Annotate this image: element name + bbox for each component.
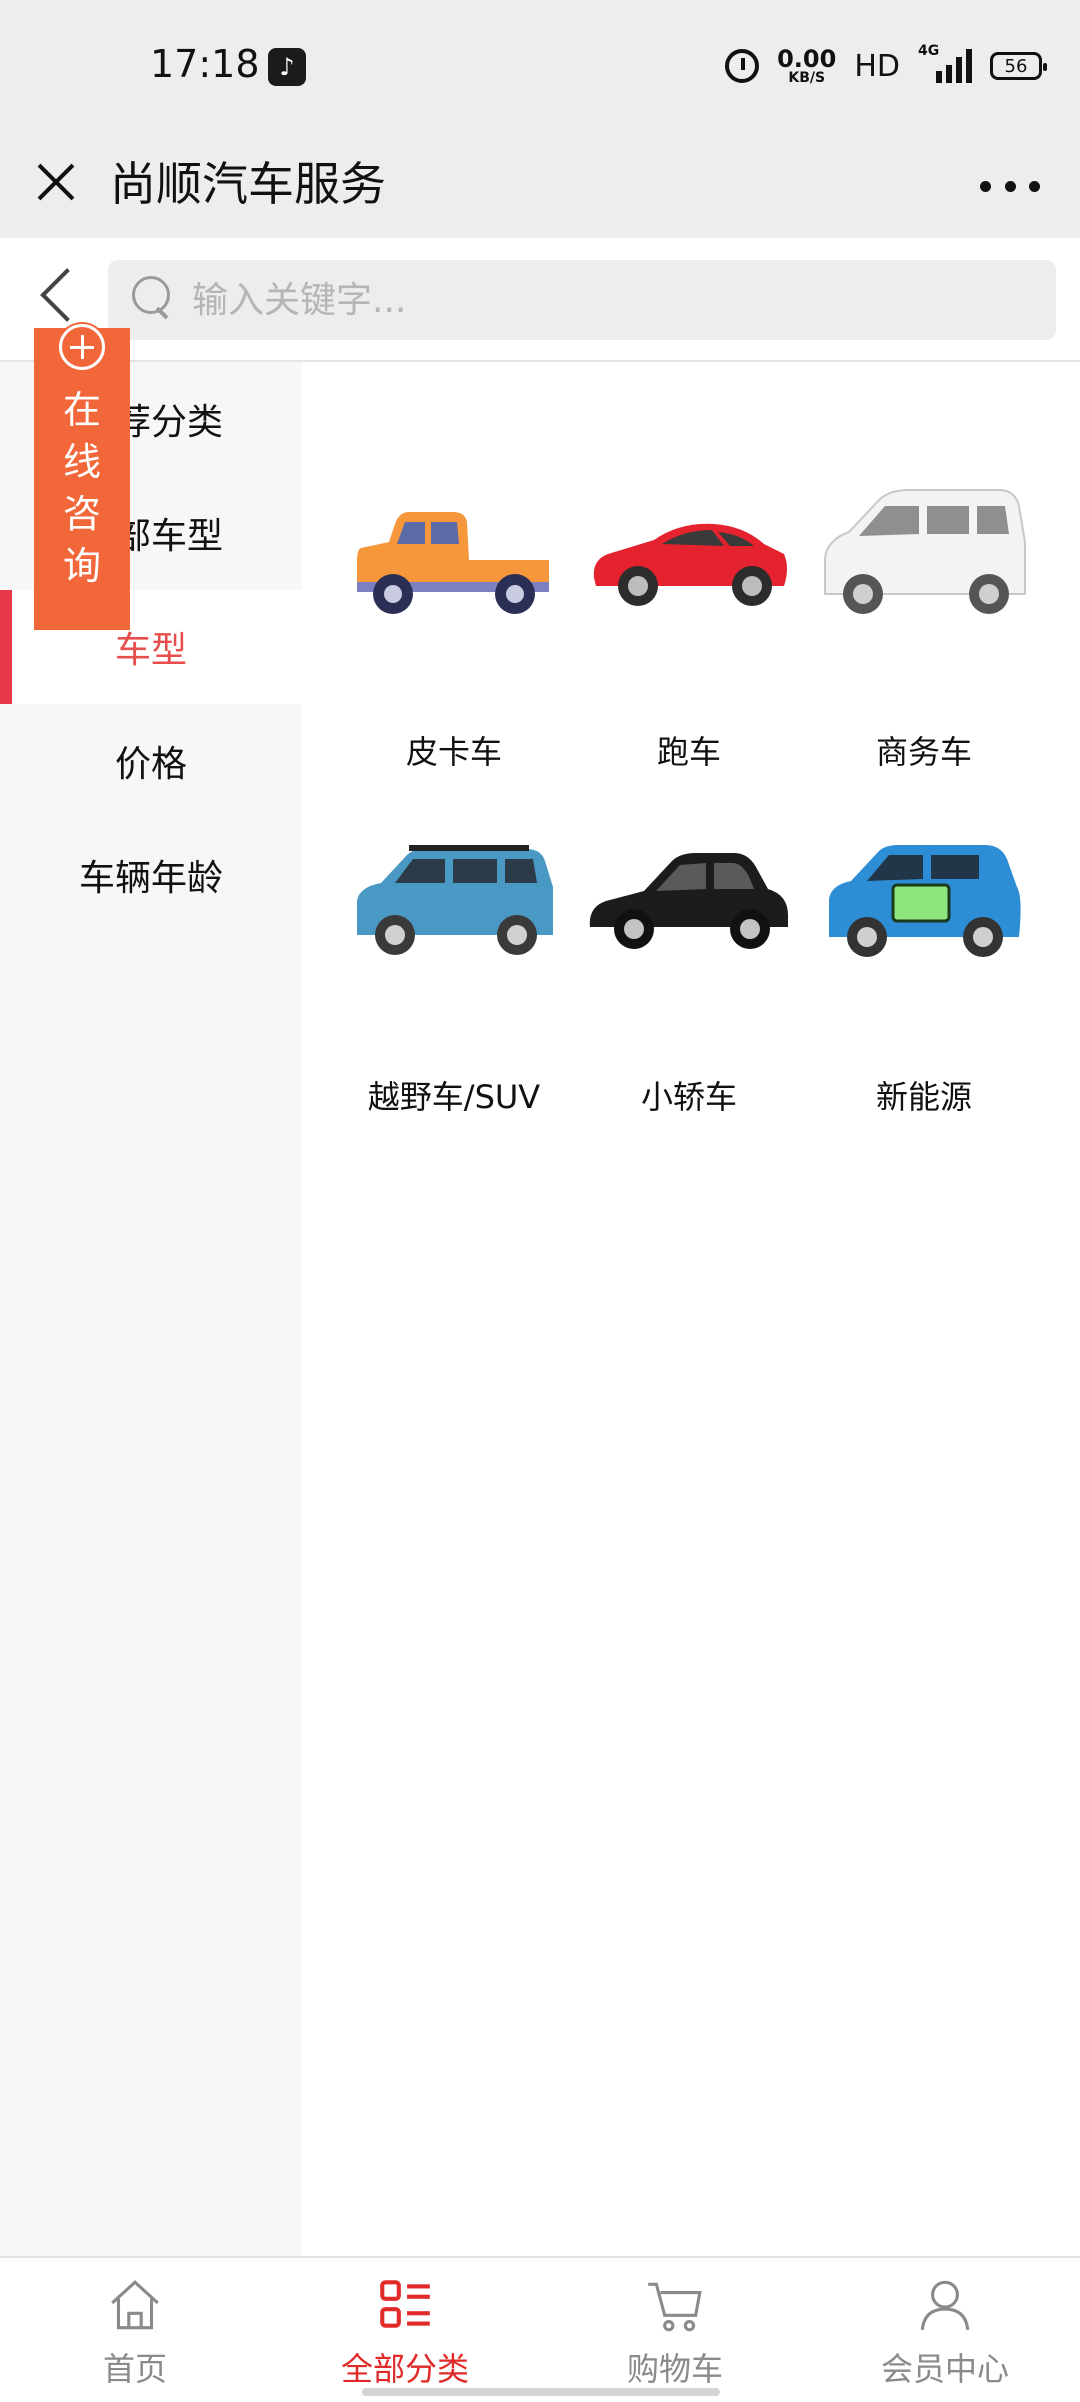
search-row [0, 238, 1080, 362]
sidebar-item-label: 车辆年龄 [78, 858, 223, 899]
suv-icon [357, 845, 553, 955]
tab-member-center[interactable]: 会员中心 [810, 2258, 1080, 2402]
category-item-new-energy[interactable]: 新能源 [807, 747, 1041, 1116]
category-sidebar: 推荐分类 全部车型 车型 价格 车辆年龄 [0, 362, 302, 2256]
battery-icon: 56 [990, 52, 1047, 80]
sidebar-item-vehicle-age[interactable]: 车辆年龄 [0, 818, 302, 932]
hd-indicator: HD [854, 48, 900, 84]
category-label: 越野车/SUV [367, 1078, 541, 1116]
alarm-icon [725, 49, 760, 83]
close-icon[interactable] [30, 156, 82, 208]
online-consult-button[interactable]: 在线咨询 [34, 324, 130, 630]
tab-cart[interactable]: 购物车 [540, 2258, 810, 2402]
category-item-pickup[interactable]: 皮卡车 [337, 402, 571, 771]
sedan-icon [589, 853, 788, 949]
status-icons: 0.00 KB/S HD 4G 56 [725, 43, 1047, 88]
status-bar: 17:18 ♪ 0.00 KB/S HD 4G 56 [0, 0, 1080, 136]
tab-label: 首页 [102, 2350, 167, 2388]
status-time: 17:18 [150, 42, 260, 86]
back-arrow-icon[interactable] [34, 264, 78, 324]
sidebar-item-label: 价格 [114, 744, 187, 785]
pickup-truck-icon [357, 512, 549, 614]
sidebar-item-price[interactable]: 价格 [0, 704, 302, 818]
bottom-tab-bar: 首页 全部分类 购物车 会员中心 [0, 2256, 1080, 2400]
search-icon [130, 274, 174, 318]
tab-label: 会员中心 [880, 2350, 1009, 2388]
cart-icon [648, 2282, 702, 2332]
sports-car-icon [593, 523, 787, 606]
category-item-sports-car[interactable]: 跑车 [572, 402, 806, 771]
online-consult-label: 在线咨询 [62, 388, 101, 588]
category-icon [380, 2280, 430, 2328]
more-options-icon[interactable] [980, 166, 1040, 206]
search-box[interactable] [108, 260, 1056, 340]
tab-label: 购物车 [626, 2350, 723, 2388]
home-indicator [362, 2388, 720, 2396]
category-label: 新能源 [875, 1078, 972, 1116]
ev-car-icon [829, 845, 1021, 957]
category-item-business-car[interactable]: 商务车 [807, 402, 1041, 771]
minivan-icon [824, 489, 1026, 614]
tab-all-categories[interactable]: 全部分类 [270, 2258, 540, 2402]
network-speed-value: 0.00 [777, 45, 837, 73]
category-item-sedan[interactable]: 小轿车 [572, 747, 806, 1116]
tiktok-notification-icon: ♪ [268, 48, 306, 86]
user-icon [920, 2280, 970, 2331]
title-bar: 尚顺汽车服务 [0, 136, 1080, 238]
category-label: 小轿车 [640, 1078, 737, 1116]
home-icon [111, 2280, 159, 2330]
page-title: 尚顺汽车服务 [110, 157, 386, 211]
tab-label: 全部分类 [340, 2350, 469, 2388]
plus-icon [59, 324, 105, 370]
search-input[interactable] [192, 260, 1032, 340]
category-item-suv[interactable]: 越野车/SUV [337, 747, 571, 1116]
network-type: 4G [918, 43, 940, 59]
network-speed-unit: KB/S [788, 70, 826, 86]
network-speed: 0.00 KB/S [777, 47, 836, 85]
tab-home[interactable]: 首页 [0, 2258, 270, 2402]
signal-icon: 4G [918, 43, 972, 83]
